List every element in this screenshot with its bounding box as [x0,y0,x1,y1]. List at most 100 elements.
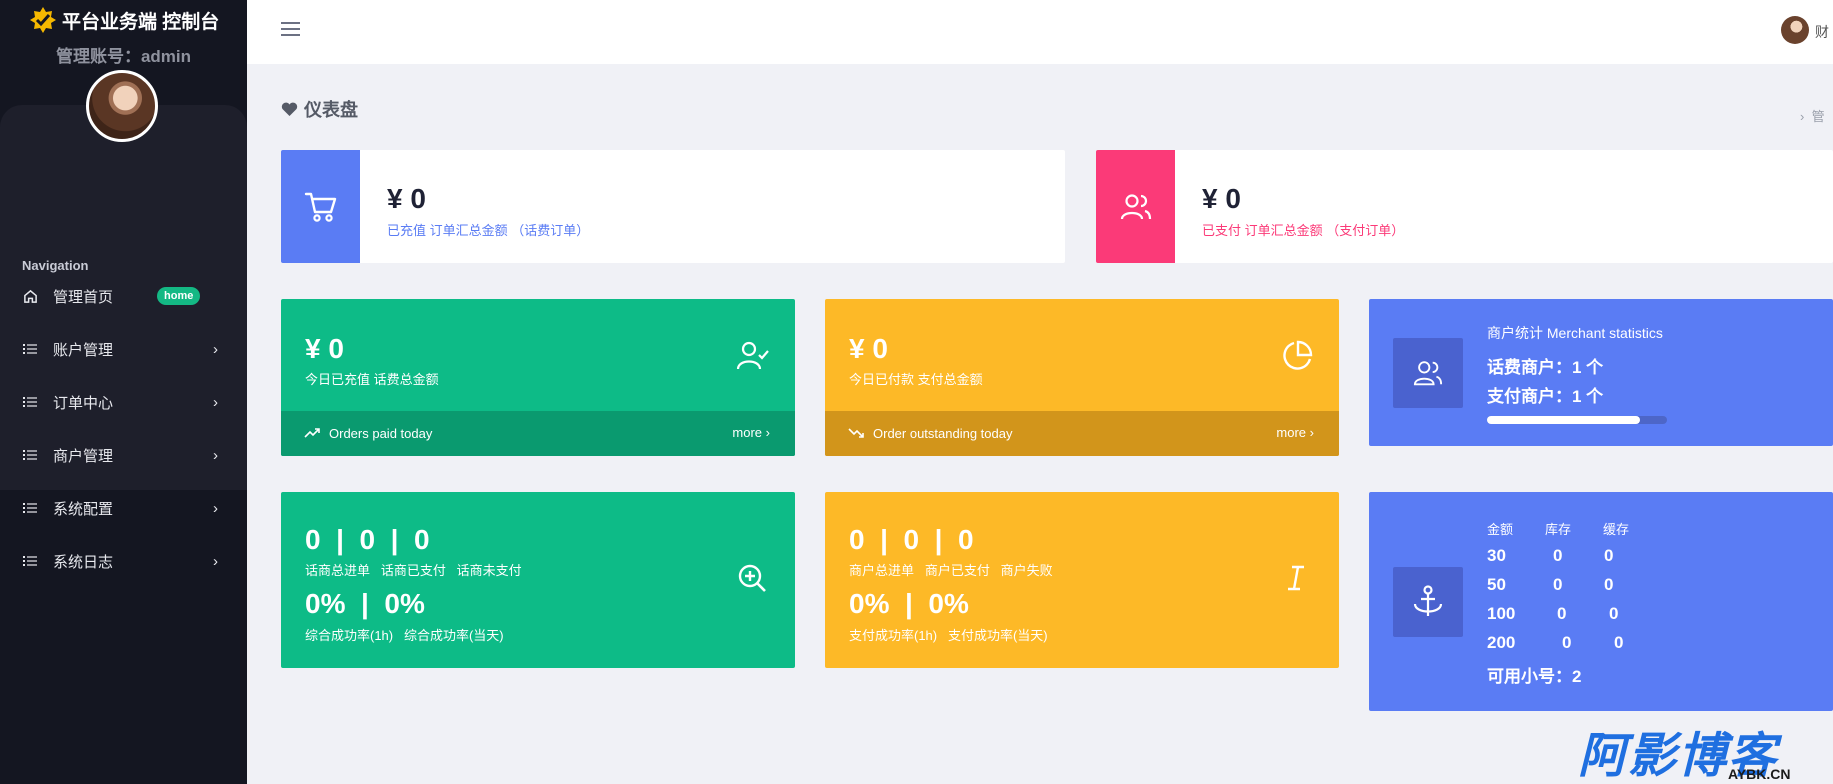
table-cell: 200 [1487,633,1516,652]
trending-up-icon [304,428,320,438]
success-rate-labels: 综合成功率(1h) 综合成功率(当天) [305,628,504,643]
sidebar-item-label: 系统日志 [53,553,114,571]
table-cell: 0 [1553,575,1563,594]
column-header: 金额 [1487,522,1514,537]
phone-merchant-count: 话费商户：1 个 [1487,358,1604,377]
user-name[interactable]: 财 [1815,22,1829,42]
sidebar-item-logs[interactable]: 系统日志 › [0,541,247,581]
recharged-total-card: ¥ 0 已充值 订单汇总金额 （话费订单） [281,150,1065,263]
chevron-right-icon: › [213,393,218,411]
amount: ¥ 0 [387,183,426,214]
more-link[interactable]: more › [732,425,770,440]
order-count-labels: 话商总进单 话商已支付 话商未支付 [305,563,522,578]
avatar [86,70,158,142]
more-label: more [1276,425,1307,440]
table-cell: 0 [1604,575,1614,594]
sidebar: 平台业务端 控制台 管理账号：admin Navigation 管理首页 hom… [0,0,247,784]
list-icon [22,447,38,463]
amount: ¥ 0 [305,333,344,364]
order-counts: 0 | 0 | 0 [849,524,974,555]
today-paid-card: ¥ 0 今日已付款 支付总金额 Order outstanding today … [825,299,1339,456]
users-icon [1393,338,1463,408]
pie-chart-icon [1283,340,1313,370]
italic-icon [1288,565,1304,591]
sidebar-item-label: 管理首页 [53,288,114,306]
success-rate-labels: 支付成功率(1h) 支付成功率(当天) [849,628,1048,643]
column-header: 缓存 [1603,522,1630,537]
chevron-right-icon: › [765,425,770,440]
sidebar-item-settings[interactable]: 系统配置 › [0,488,247,528]
today-recharge-card: ¥ 0 今日已充值 话费总金额 Orders paid today more › [281,299,795,456]
zoom-in-icon [738,564,766,592]
watermark: 阿影博客 AYBK.CN [1578,716,1811,784]
home-badge: home [157,287,201,305]
more-label: more [732,425,763,440]
card-footer[interactable]: Orders paid today more › [281,411,795,456]
menu-toggle-icon[interactable] [281,22,300,38]
amount: ¥ 0 [1202,183,1241,214]
chevron-right-icon: › [213,499,218,517]
topbar: 财 [247,0,1833,64]
nav-panel: Navigation 管理首页 home 账户管理 › 订单中心 › 商户管理 … [0,105,247,571]
sidebar-item-label: 系统配置 [53,500,114,518]
amount-label: 今日已充值 话费总金额 [305,372,439,387]
merchant-stats-card: 商户统计 Merchant statistics 话费商户：1 个 支付商户：1… [1369,299,1833,446]
sidebar-item-merchants[interactable]: 商户管理 › [0,435,247,475]
table-cell: 0 [1562,633,1572,652]
pay-merchant-count: 支付商户：1 个 [1487,387,1604,406]
sidebar-item-label: 商户管理 [53,447,114,465]
chevron-right-icon: › [1309,425,1314,440]
card-footer[interactable]: Order outstanding today more › [825,411,1339,456]
footer-text: Order outstanding today [873,426,1013,441]
column-header: 库存 [1545,522,1572,537]
list-icon [22,553,38,569]
nav-title: Navigation [22,258,89,273]
anchor-icon [1393,567,1463,637]
inventory-card: 金额 库存 缓存 30 0 0 50 0 0 100 0 0 200 0 0 可… [1369,492,1833,711]
sidebar-item-accounts[interactable]: 账户管理 › [0,329,247,369]
amount: ¥ 0 [849,333,888,364]
table-cell: 100 [1487,604,1516,623]
table-cell: 0 [1553,546,1563,565]
page-title: 仪表盘 [281,96,358,122]
table-cell: 0 [1609,604,1619,623]
sidebar-item-home[interactable]: 管理首页 home [0,276,247,316]
home-icon [22,288,38,304]
sidebar-item-label: 订单中心 [53,394,114,412]
order-count-labels: 商户总进单 商户已支付 商户失败 [849,563,1053,578]
sidebar-item-label: 账户管理 [53,341,114,359]
merchant-stats-title: 商户统计 Merchant statistics [1487,325,1663,341]
phone-order-stats-card: 0 | 0 | 0 话商总进单 话商已支付 话商未支付 0% | 0% 综合成功… [281,492,795,668]
heart-icon [281,102,298,116]
table-cell: 0 [1614,633,1624,652]
success-rates: 0% | 0% [305,588,425,619]
user-check-icon [736,341,769,370]
account-label: 管理账号：admin [55,47,192,66]
breadcrumb[interactable]: › 管 [1800,106,1825,125]
sidebar-item-orders[interactable]: 订单中心 › [0,382,247,422]
chevron-right-icon: › [213,552,218,570]
brand[interactable]: 平台业务端 控制台 [28,6,219,34]
available-count: 可用小号：2 [1487,667,1582,686]
table-cell: 30 [1487,546,1506,565]
cart-icon [281,150,360,263]
list-icon [22,394,38,410]
list-icon [22,500,38,516]
table-cell: 0 [1604,546,1614,565]
progress-fill [1487,416,1640,424]
amount-label: 已充值 订单汇总金额 （话费订单） [387,223,590,238]
logo-icon [30,7,56,33]
merchant-progress-bar [1487,416,1667,424]
amount-label: 今日已付款 支付总金额 [849,372,983,387]
trending-down-icon [848,428,864,438]
list-icon [22,341,38,357]
chevron-right-icon: › [213,446,218,464]
paid-total-card: ¥ 0 已支付 订单汇总金额 （支付订单） [1096,150,1833,263]
user-avatar[interactable] [1781,16,1809,44]
users-icon [1096,150,1175,263]
more-link[interactable]: more › [1276,425,1314,440]
amount-label: 已支付 订单汇总金额 （支付订单） [1202,223,1405,238]
brand-title: 平台业务端 控制台 [62,11,220,33]
breadcrumb-item: 管 [1811,109,1825,124]
success-rates: 0% | 0% [849,588,969,619]
